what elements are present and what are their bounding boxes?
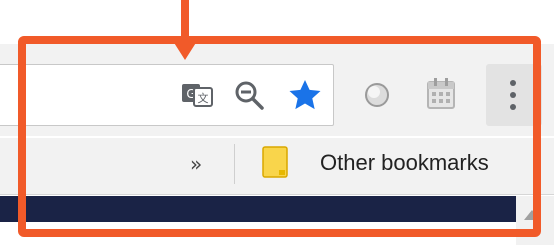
bookmarks-divider (234, 144, 235, 184)
folder-icon[interactable] (262, 146, 288, 178)
screenshot-stage: G 文 » Other bookmarks (0, 0, 554, 245)
translate-icon[interactable]: G 文 (180, 78, 216, 112)
bookmarks-overflow-chevron[interactable]: » (190, 152, 202, 176)
bookmark-star-icon[interactable] (286, 76, 324, 114)
page-header-banner (0, 196, 516, 222)
svg-text:文: 文 (198, 91, 209, 105)
zoom-out-icon[interactable] (232, 78, 266, 112)
calendar-icon[interactable] (424, 76, 458, 112)
kebab-menu-icon (510, 80, 516, 110)
pointer-arrow-shaft (181, 0, 189, 40)
pointer-arrow-icon (171, 38, 199, 60)
other-bookmarks-label[interactable]: Other bookmarks (320, 150, 489, 176)
scrollbar[interactable] (516, 196, 554, 245)
scroll-up-arrow-icon[interactable] (524, 210, 540, 220)
address-bar[interactable] (0, 64, 334, 126)
extension-circle-icon[interactable] (360, 78, 394, 112)
